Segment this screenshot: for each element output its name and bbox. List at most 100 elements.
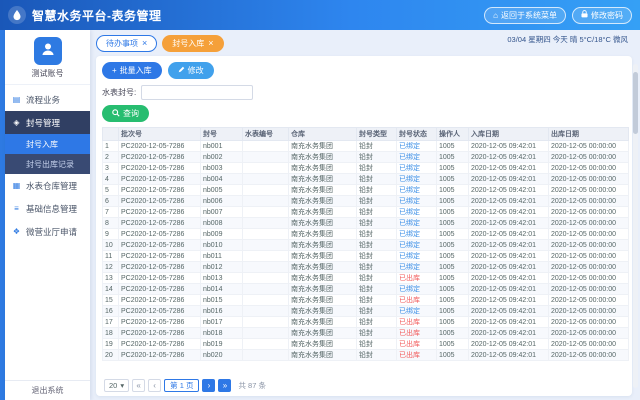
- cell-batch: PC2020-12-05-7286: [119, 152, 201, 163]
- tab-close-icon[interactable]: ×: [208, 39, 213, 48]
- scrollbar-thumb[interactable]: [633, 72, 638, 134]
- user-panel: 测试账号: [5, 30, 90, 85]
- cell-out_date: 2020-12-05 00:00:00: [549, 339, 629, 350]
- pagination: 20 ▾ « ‹ 第 1 页 › » 共 87 条: [104, 379, 266, 392]
- cell-batch: PC2020-12-05-7286: [119, 240, 201, 251]
- table-row[interactable]: 18PC2020-12-05-7286nb018南充水务集团铅封已出库10052…: [103, 328, 629, 339]
- sidebar-subitem-2[interactable]: 封号出库记录: [5, 154, 90, 174]
- edit-button[interactable]: 修改: [168, 62, 214, 79]
- table-row[interactable]: 12PC2020-12-05-7286nb012南充水务集团铅封已绑定10052…: [103, 262, 629, 273]
- table-row[interactable]: 3PC2020-12-05-7286nb003南充水务集团铅封已绑定100520…: [103, 163, 629, 174]
- cell-in_date: 2020-12-05 09:42:01: [469, 229, 549, 240]
- cell-out_date: 2020-12-05 00:00:00: [549, 174, 629, 185]
- cell-meter: [243, 152, 289, 163]
- vertical-scrollbar[interactable]: [633, 64, 638, 388]
- cell-seal: nb003: [201, 163, 243, 174]
- table-row[interactable]: 15PC2020-12-05-7286nb015南充水务集团铅封已出库10052…: [103, 295, 629, 306]
- table-row[interactable]: 14PC2020-12-05-7286nb014南充水务集团铅封已绑定10052…: [103, 284, 629, 295]
- return-system-menu-button[interactable]: ⌂ 返回于系统菜单: [484, 7, 566, 24]
- tab-2[interactable]: 封号入库×: [162, 35, 223, 52]
- table-row[interactable]: 7PC2020-12-05-7286nb007南充水务集团铅封已绑定100520…: [103, 207, 629, 218]
- table-row[interactable]: 11PC2020-12-05-7286nb011南充水务集团铅封已绑定10052…: [103, 251, 629, 262]
- cell-batch: PC2020-12-05-7286: [119, 350, 201, 361]
- cell-warehouse: 南充水务集团: [289, 141, 357, 152]
- cell-in_date: 2020-12-05 09:42:01: [469, 306, 549, 317]
- cell-out_date: 2020-12-05 00:00:00: [549, 196, 629, 207]
- sidebar-submenu: 封号入库封号出库记录: [5, 134, 90, 174]
- cell-batch: PC2020-12-05-7286: [119, 306, 201, 317]
- meter-seal-input[interactable]: [141, 85, 253, 100]
- change-password-button[interactable]: 修改密码: [572, 7, 632, 24]
- last-page-button[interactable]: »: [218, 379, 231, 392]
- table-row[interactable]: 1PC2020-12-05-7286nb001南充水务集团铅封已绑定100520…: [103, 141, 629, 152]
- cell-meter: [243, 229, 289, 240]
- table-row[interactable]: 20PC2020-12-05-7286nb020南充水务集团铅封已出库10052…: [103, 350, 629, 361]
- query-button[interactable]: 查询: [102, 105, 149, 122]
- cell-batch: PC2020-12-05-7286: [119, 207, 201, 218]
- table-row[interactable]: 10PC2020-12-05-7286nb010南充水务集团铅封已绑定10052…: [103, 240, 629, 251]
- column-header: 水表编号: [243, 128, 289, 141]
- table-row[interactable]: 5PC2020-12-05-7286nb005南充水务集团铅封已绑定100520…: [103, 185, 629, 196]
- table-row[interactable]: 9PC2020-12-05-7286nb009南充水务集团铅封已绑定100520…: [103, 229, 629, 240]
- sidebar-subitem-1[interactable]: 封号入库: [5, 134, 90, 154]
- page-size-select[interactable]: 20 ▾: [104, 379, 129, 392]
- sidebar-item-3[interactable]: ▦水表仓库管理: [5, 174, 90, 197]
- first-page-button[interactable]: «: [132, 379, 145, 392]
- cell-no: 12: [103, 262, 119, 273]
- cell-status: 已绑定: [397, 229, 437, 240]
- table-row[interactable]: 6PC2020-12-05-7286nb006南充水务集团铅封已绑定100520…: [103, 196, 629, 207]
- cell-warehouse: 南充水务集团: [289, 229, 357, 240]
- page-size-value: 20: [109, 381, 117, 390]
- cell-out_date: 2020-12-05 00:00:00: [549, 317, 629, 328]
- cell-type: 铅封: [357, 229, 397, 240]
- cell-no: 3: [103, 163, 119, 174]
- column-header: 仓库: [289, 128, 357, 141]
- table-row[interactable]: 17PC2020-12-05-7286nb017南充水务集团铅封已出库10052…: [103, 317, 629, 328]
- cell-in_date: 2020-12-05 09:42:01: [469, 251, 549, 262]
- cell-warehouse: 南充水务集团: [289, 185, 357, 196]
- search-label: 水表封号:: [102, 87, 136, 98]
- logout-button[interactable]: 退出系统: [5, 380, 90, 400]
- query-label: 查询: [123, 108, 139, 119]
- cell-seal: nb017: [201, 317, 243, 328]
- cell-type: 铅封: [357, 218, 397, 229]
- sidebar-item-4[interactable]: ≡基础信息管理: [5, 197, 90, 220]
- table-row[interactable]: 13PC2020-12-05-7286nb013南充水务集团铅封已出库10052…: [103, 273, 629, 284]
- cell-operator: 1005: [437, 328, 469, 339]
- sidebar-item-2[interactable]: ◈封号管理: [5, 111, 90, 134]
- cell-warehouse: 南充水务集团: [289, 328, 357, 339]
- plus-icon: +: [112, 66, 117, 75]
- cell-operator: 1005: [437, 141, 469, 152]
- cell-batch: PC2020-12-05-7286: [119, 339, 201, 350]
- sidebar-item-1[interactable]: ▤流程业务: [5, 88, 90, 111]
- seal-icon: ◈: [12, 118, 21, 127]
- prev-page-button[interactable]: ‹: [148, 379, 161, 392]
- sidebar-item-5[interactable]: ❖微营业厅申请: [5, 220, 90, 243]
- cell-type: 铅封: [357, 262, 397, 273]
- table-row[interactable]: 8PC2020-12-05-7286nb008南充水务集团铅封已绑定100520…: [103, 218, 629, 229]
- cell-seal: nb004: [201, 174, 243, 185]
- table-row[interactable]: 2PC2020-12-05-7286nb002南充水务集团铅封已绑定100520…: [103, 152, 629, 163]
- tab-1[interactable]: 待办事项×: [96, 35, 157, 52]
- cell-in_date: 2020-12-05 09:42:01: [469, 174, 549, 185]
- cell-no: 15: [103, 295, 119, 306]
- table-row[interactable]: 4PC2020-12-05-7286nb004南充水务集团铅封已绑定100520…: [103, 174, 629, 185]
- cell-meter: [243, 262, 289, 273]
- warehouse-icon: ▦: [12, 181, 21, 190]
- cell-out_date: 2020-12-05 00:00:00: [549, 163, 629, 174]
- table-row[interactable]: 16PC2020-12-05-7286nb016南充水务集团铅封已绑定10052…: [103, 306, 629, 317]
- cell-meter: [243, 306, 289, 317]
- cell-warehouse: 南充水务集团: [289, 350, 357, 361]
- column-header: 封号状态: [397, 128, 437, 141]
- cell-status: 已绑定: [397, 240, 437, 251]
- next-page-button[interactable]: ›: [202, 379, 215, 392]
- table-row[interactable]: 19PC2020-12-05-7286nb019南充水务集团铅封已出库10052…: [103, 339, 629, 350]
- column-header: 入库日期: [469, 128, 549, 141]
- cell-meter: [243, 339, 289, 350]
- tab-close-icon[interactable]: ×: [142, 39, 147, 48]
- cell-warehouse: 南充水务集团: [289, 251, 357, 262]
- home-icon: ⌂: [493, 11, 498, 20]
- batch-inbound-button[interactable]: + 批量入库: [102, 62, 162, 79]
- cell-status: 已出库: [397, 339, 437, 350]
- table-wrap: 批次号封号水表编号仓库封号类型封号状态操作人入库日期出库日期1PC2020-12…: [102, 127, 626, 361]
